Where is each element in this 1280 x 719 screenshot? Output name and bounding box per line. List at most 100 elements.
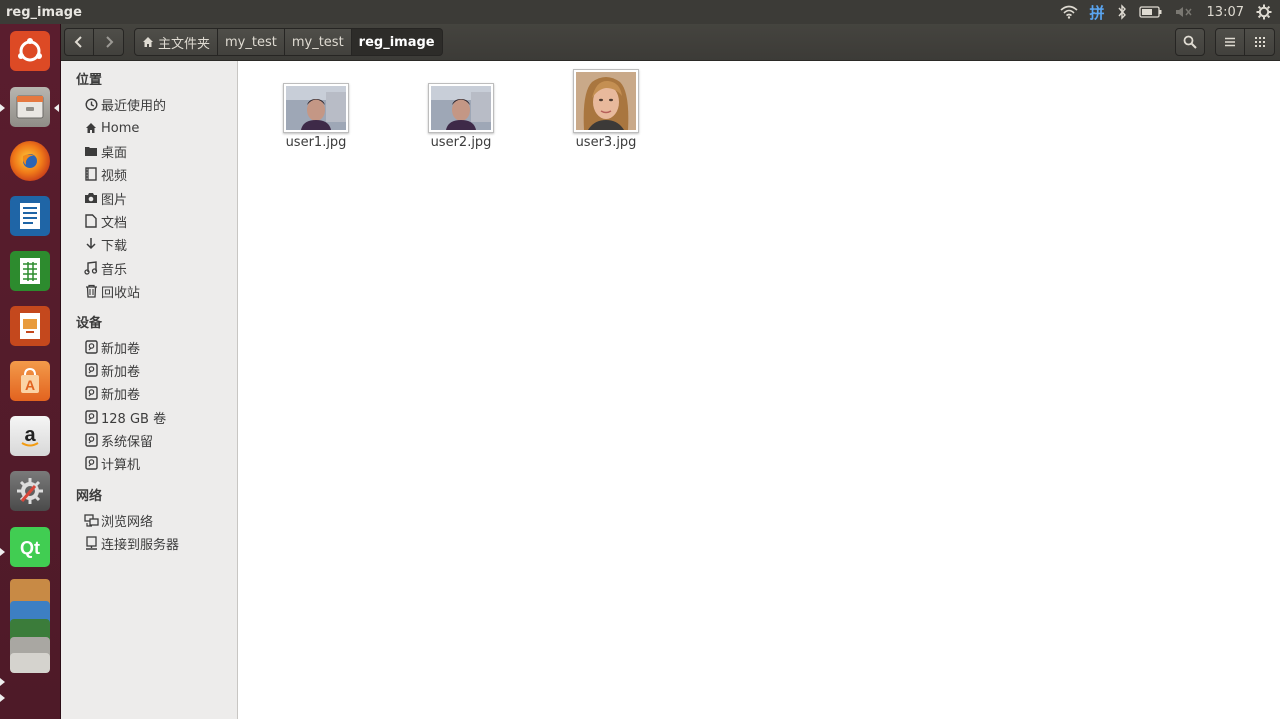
file-manager-window: 主文件夹 my_test my_test reg_image 位置 最近使用的 xyxy=(61,24,1280,719)
top-panel: reg_image 拼 13:07 xyxy=(0,0,1280,24)
forward-button[interactable] xyxy=(94,29,123,55)
svg-text:Qt: Qt xyxy=(20,538,40,558)
libreoffice-writer-icon[interactable] xyxy=(7,193,53,239)
sidebar-item-home[interactable]: Home xyxy=(83,117,139,139)
navigation-buttons xyxy=(64,28,124,56)
file-name: user2.jpg xyxy=(430,135,492,150)
sidebar-item-label: 新加卷 xyxy=(101,341,141,357)
sidebar-item-label: 桌面 xyxy=(101,145,128,161)
search-icon xyxy=(1183,35,1197,49)
file-item[interactable]: user2.jpg xyxy=(411,83,511,150)
sidebar-item-trash[interactable]: 回收站 xyxy=(83,280,140,302)
sidebar-item-label: 新加卷 xyxy=(101,387,141,403)
sidebar-item-volume-2[interactable]: 新加卷 xyxy=(83,359,140,381)
file-name: user1.jpg xyxy=(285,135,347,150)
sidebar-item-label: 128 GB 卷 xyxy=(101,411,167,427)
sidebar-item-system-reserved[interactable]: 系统保留 xyxy=(83,429,153,451)
launcher: A a Qt xyxy=(0,24,61,719)
sidebar-item-label: 音乐 xyxy=(101,262,128,278)
list-icon xyxy=(1225,37,1235,47)
trash-icon xyxy=(83,283,99,299)
network-section-title: 网络 xyxy=(76,489,103,504)
sidebar-item-label: 视频 xyxy=(101,168,128,184)
clock[interactable]: 13:07 xyxy=(1207,0,1244,24)
software-center-icon[interactable]: A xyxy=(7,358,53,404)
image-thumbnail xyxy=(573,69,639,133)
sidebar-item-label: 文档 xyxy=(101,215,128,231)
document-icon xyxy=(83,213,99,229)
running-indicator xyxy=(0,104,5,112)
stacked-apps-icon[interactable] xyxy=(7,579,53,719)
dash-home-icon[interactable] xyxy=(7,28,53,74)
grid-view-button[interactable] xyxy=(1245,29,1274,55)
header-bar: 主文件夹 my_test my_test reg_image xyxy=(61,24,1280,61)
system-settings-icon[interactable] xyxy=(1256,0,1272,24)
window-title: reg_image xyxy=(6,4,82,20)
running-indicator xyxy=(0,678,5,686)
devices-section-title: 设备 xyxy=(76,316,103,331)
sidebar-item-volume-3[interactable]: 新加卷 xyxy=(83,382,140,404)
firefox-icon[interactable] xyxy=(7,138,53,184)
breadcrumb-my-test-2[interactable]: my_test xyxy=(284,28,352,56)
drive-icon xyxy=(83,455,99,471)
image-thumbnail xyxy=(428,83,494,133)
sidebar: 位置 最近使用的 Home 桌面 视频 图片 文档 下载 音乐 回收站 设备 新… xyxy=(61,61,238,719)
wifi-icon[interactable] xyxy=(1059,0,1078,24)
clock-icon xyxy=(83,96,99,112)
sidebar-item-downloads[interactable]: 下载 xyxy=(83,233,127,255)
drive-icon xyxy=(83,362,99,378)
file-item[interactable]: user3.jpg xyxy=(556,69,656,150)
amazon-icon[interactable]: a xyxy=(7,413,53,459)
volume-muted-icon[interactable] xyxy=(1175,0,1193,24)
svg-text:a: a xyxy=(24,424,36,446)
file-view: user1.jpg user2.jpg user3.jpg xyxy=(238,61,1280,719)
home-icon xyxy=(83,120,99,136)
running-indicator xyxy=(0,548,5,556)
breadcrumb-home[interactable]: 主文件夹 xyxy=(134,28,219,56)
sidebar-item-label: 连接到服务器 xyxy=(101,537,180,553)
sidebar-item-videos[interactable]: 视频 xyxy=(83,163,127,185)
sidebar-item-label: 下载 xyxy=(101,238,128,254)
folder-icon xyxy=(83,143,99,159)
breadcrumb-my-test-1[interactable]: my_test xyxy=(218,28,285,56)
sidebar-item-pictures[interactable]: 图片 xyxy=(83,187,127,209)
libreoffice-impress-icon[interactable] xyxy=(7,303,53,349)
qt-creator-icon[interactable]: Qt xyxy=(7,524,53,570)
drive-icon xyxy=(83,339,99,355)
sidebar-item-documents[interactable]: 文档 xyxy=(83,210,127,232)
bluetooth-icon[interactable] xyxy=(1117,0,1127,24)
image-thumbnail xyxy=(283,83,349,133)
view-toggle-group xyxy=(1215,28,1275,56)
sidebar-item-browse-network[interactable]: 浏览网络 xyxy=(83,509,153,531)
sidebar-item-music[interactable]: 音乐 xyxy=(83,257,127,279)
file-item[interactable]: user1.jpg xyxy=(266,83,366,150)
breadcrumb-reg-image[interactable]: reg_image xyxy=(351,28,443,56)
server-icon xyxy=(83,535,99,551)
sidebar-item-128gb-volume[interactable]: 128 GB 卷 xyxy=(83,406,166,428)
sidebar-item-computer[interactable]: 计算机 xyxy=(83,452,140,474)
list-view-button[interactable] xyxy=(1216,29,1246,55)
sidebar-item-desktop[interactable]: 桌面 xyxy=(83,140,127,162)
running-indicator xyxy=(0,694,5,702)
sidebar-item-label: 图片 xyxy=(101,192,128,208)
sidebar-item-label: 浏览网络 xyxy=(101,514,154,530)
sidebar-item-connect-to-server[interactable]: 连接到服务器 xyxy=(83,532,179,554)
battery-icon[interactable] xyxy=(1138,0,1163,24)
sidebar-item-label: 最近使用的 xyxy=(101,98,167,114)
places-section-title: 位置 xyxy=(76,73,103,88)
search-button[interactable] xyxy=(1175,28,1205,56)
music-icon xyxy=(83,260,99,276)
breadcrumb-label: 主文件夹 xyxy=(158,36,211,52)
download-icon xyxy=(83,236,99,252)
system-settings-app-icon[interactable] xyxy=(7,468,53,514)
sidebar-item-label: 系统保留 xyxy=(101,434,154,450)
home-icon xyxy=(142,36,154,48)
focused-indicator xyxy=(54,104,59,112)
input-method-icon[interactable]: 拼 xyxy=(1090,0,1105,24)
sidebar-item-volume-1[interactable]: 新加卷 xyxy=(83,336,140,358)
back-button[interactable] xyxy=(65,29,95,55)
libreoffice-calc-icon[interactable] xyxy=(7,248,53,294)
files-app-icon[interactable] xyxy=(7,84,53,130)
sidebar-item-recent[interactable]: 最近使用的 xyxy=(83,93,166,115)
sidebar-item-label: 回收站 xyxy=(101,285,141,301)
